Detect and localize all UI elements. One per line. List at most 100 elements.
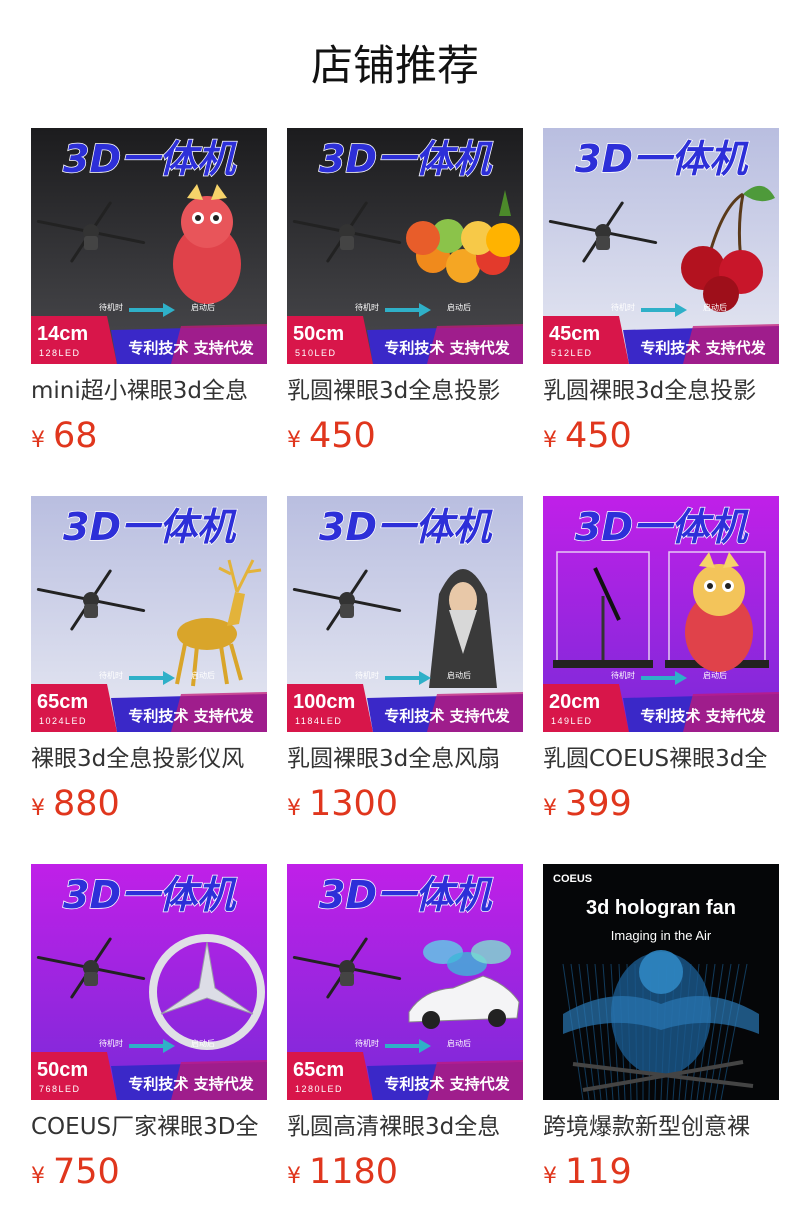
standby-label: 待机时 xyxy=(355,302,379,312)
product-name[interactable]: COEUS厂家裸眼3D全 xyxy=(31,1109,267,1145)
product-name[interactable]: 乳圆高清裸眼3d全息 xyxy=(287,1109,523,1145)
price-value: 1300 xyxy=(309,784,399,824)
currency-symbol: ¥ xyxy=(31,428,45,453)
product-image: 3D一体机待机时 启动后 65cm 1280LED 专利技术 支持代发 xyxy=(287,864,523,1100)
patent-label: 专利技术 支持代发 xyxy=(384,707,510,725)
product-name[interactable]: mini超小裸眼3d全息 xyxy=(31,373,267,409)
product-name[interactable]: 乳圆裸眼3d全息投影 xyxy=(287,373,523,409)
led-label: 512LED xyxy=(551,348,593,358)
started-label: 启动后 xyxy=(191,670,215,680)
started-label: 启动后 xyxy=(703,670,727,680)
standby-label: 待机时 xyxy=(611,670,635,680)
patent-label: 专利技术 支持代发 xyxy=(128,707,254,725)
product-price: ¥68 xyxy=(31,412,98,460)
started-label: 启动后 xyxy=(703,302,727,312)
banner-title: 3D一体机 xyxy=(319,873,493,917)
standby-label: 待机时 xyxy=(355,1038,379,1048)
product-image: 3D一体机待机时 启动后 14cm 128LED 专利技术 支持代发 xyxy=(31,128,267,364)
led-label: 1280LED xyxy=(295,1084,343,1094)
size-label: 65cm xyxy=(37,691,88,713)
led-label: 1024LED xyxy=(39,716,87,726)
tagline-label: Imaging in the Air xyxy=(611,928,712,943)
currency-symbol: ¥ xyxy=(543,428,557,453)
product-name[interactable]: 乳圆COEUS裸眼3d全 xyxy=(543,741,779,777)
started-label: 启动后 xyxy=(447,302,471,312)
size-label: 65cm xyxy=(293,1059,344,1081)
patent-label: 专利技术 支持代发 xyxy=(640,339,766,357)
currency-symbol: ¥ xyxy=(287,796,301,821)
currency-symbol: ¥ xyxy=(31,1164,45,1189)
started-label: 启动后 xyxy=(191,302,215,312)
currency-symbol: ¥ xyxy=(31,796,45,821)
product-thumbnail[interactable]: 3D一体机待机时 启动后 65cm 1280LED 专利技术 支持代发 xyxy=(287,864,523,1100)
size-label: 14cm xyxy=(37,323,88,345)
price-value: 450 xyxy=(565,416,632,456)
product-name[interactable]: 乳圆裸眼3d全息风扇 xyxy=(287,741,523,777)
product-image: 3D一体机待机时 启动后 65cm 1024LED 专利技术 支持代发 xyxy=(31,496,267,732)
product-thumbnail[interactable]: COEUS 3d hologran fan Imaging in the Air xyxy=(543,864,779,1100)
page-title: 店铺推荐 xyxy=(310,41,479,90)
size-label: 20cm xyxy=(549,691,600,713)
price-value: 119 xyxy=(565,1152,632,1192)
standby-label: 待机时 xyxy=(99,302,123,312)
banner-title: 3D一体机 xyxy=(63,873,237,917)
currency-symbol: ¥ xyxy=(287,1164,301,1189)
size-label: 50cm xyxy=(37,1059,88,1081)
product-thumbnail[interactable]: 3D一体机 待机时 启动后 45cm 512LED 专利技术 支持代发 xyxy=(543,128,779,364)
started-label: 启动后 xyxy=(191,1038,215,1048)
standby-label: 待机时 xyxy=(611,302,635,312)
banner-title: 3D一体机 xyxy=(319,505,493,549)
patent-label: 专利技术 支持代发 xyxy=(384,1075,510,1093)
currency-symbol: ¥ xyxy=(543,1164,557,1189)
price-value: 1180 xyxy=(309,1152,399,1192)
standby-label: 待机时 xyxy=(99,670,123,680)
product-price: ¥1180 xyxy=(287,1148,398,1196)
product-image: 3D一体机待机时 启动后 20cm 149LED 专利技术 支持代发 xyxy=(543,496,779,732)
led-label: 768LED xyxy=(39,1084,81,1094)
product-thumbnail[interactable]: 3D一体机待机时 启动后 20cm 149LED 专利技术 支持代发 xyxy=(543,496,779,732)
product-image: COEUS 3d hologran fan Imaging in the Air xyxy=(543,864,779,1100)
led-label: 149LED xyxy=(551,716,593,726)
product-price: ¥450 xyxy=(543,412,632,460)
product-image: 3D一体机待机时 启动后 50cm 510LED 专利技术 支持代发 xyxy=(287,128,523,364)
banner-title: 3D一体机 xyxy=(575,137,749,181)
started-label: 启动后 xyxy=(447,1038,471,1048)
product-price: ¥1300 xyxy=(287,780,398,828)
patent-label: 专利技术 支持代发 xyxy=(128,1075,254,1093)
product-price: ¥119 xyxy=(543,1148,632,1196)
currency-symbol: ¥ xyxy=(543,796,557,821)
standby-label: 待机时 xyxy=(355,670,379,680)
product-image: 3D一体机待机时 启动后 50cm 768LED 专利技术 支持代发 xyxy=(31,864,267,1100)
size-label: 100cm xyxy=(293,691,355,713)
product-name[interactable]: 裸眼3d全息投影仪风 xyxy=(31,741,267,777)
price-value: 399 xyxy=(565,784,632,824)
started-label: 启动后 xyxy=(447,670,471,680)
price-value: 750 xyxy=(53,1152,120,1192)
led-label: 128LED xyxy=(39,348,81,358)
patent-label: 专利技术 支持代发 xyxy=(384,339,510,357)
product-name[interactable]: 乳圆裸眼3d全息投影 xyxy=(543,373,779,409)
product-thumbnail[interactable]: 3D一体机待机时 启动后 100cm 1184LED 专利技术 支持代发 xyxy=(287,496,523,732)
led-label: 1184LED xyxy=(295,716,342,726)
headline-label: 3d hologran fan xyxy=(586,897,736,919)
product-price: ¥750 xyxy=(31,1148,120,1196)
product-name[interactable]: 跨境爆款新型创意裸 xyxy=(543,1109,779,1145)
product-price: ¥450 xyxy=(287,412,376,460)
patent-label: 专利技术 支持代发 xyxy=(128,339,254,357)
currency-symbol: ¥ xyxy=(287,428,301,453)
price-value: 880 xyxy=(53,784,120,824)
product-thumbnail[interactable]: 3D一体机待机时 启动后 50cm 768LED 专利技术 支持代发 xyxy=(31,864,267,1100)
size-label: 50cm xyxy=(293,323,344,345)
product-price: ¥880 xyxy=(31,780,120,828)
patent-label: 专利技术 支持代发 xyxy=(640,707,766,725)
brand-label: COEUS xyxy=(553,873,592,885)
product-image: 3D一体机待机时 启动后 45cm 512LED 专利技术 支持代发 xyxy=(543,128,779,364)
banner-title: 3D一体机 xyxy=(575,505,749,549)
banner-title: 3D一体机 xyxy=(319,137,493,181)
product-price: ¥399 xyxy=(543,780,632,828)
product-thumbnail[interactable]: 3D一体机 待机时 启动后 14cm 128LED 专利技术 支持代发 xyxy=(31,128,267,364)
product-thumbnail[interactable]: 3D一体机 待机时 启动后 50cm 510LED 专利技术 支持代发 xyxy=(287,128,523,364)
product-thumbnail[interactable]: 3D一体机待机时 启动后 65cm 1024LED 专利技术 支持代发 xyxy=(31,496,267,732)
banner-title: 3D一体机 xyxy=(63,505,237,549)
standby-label: 待机时 xyxy=(99,1038,123,1048)
